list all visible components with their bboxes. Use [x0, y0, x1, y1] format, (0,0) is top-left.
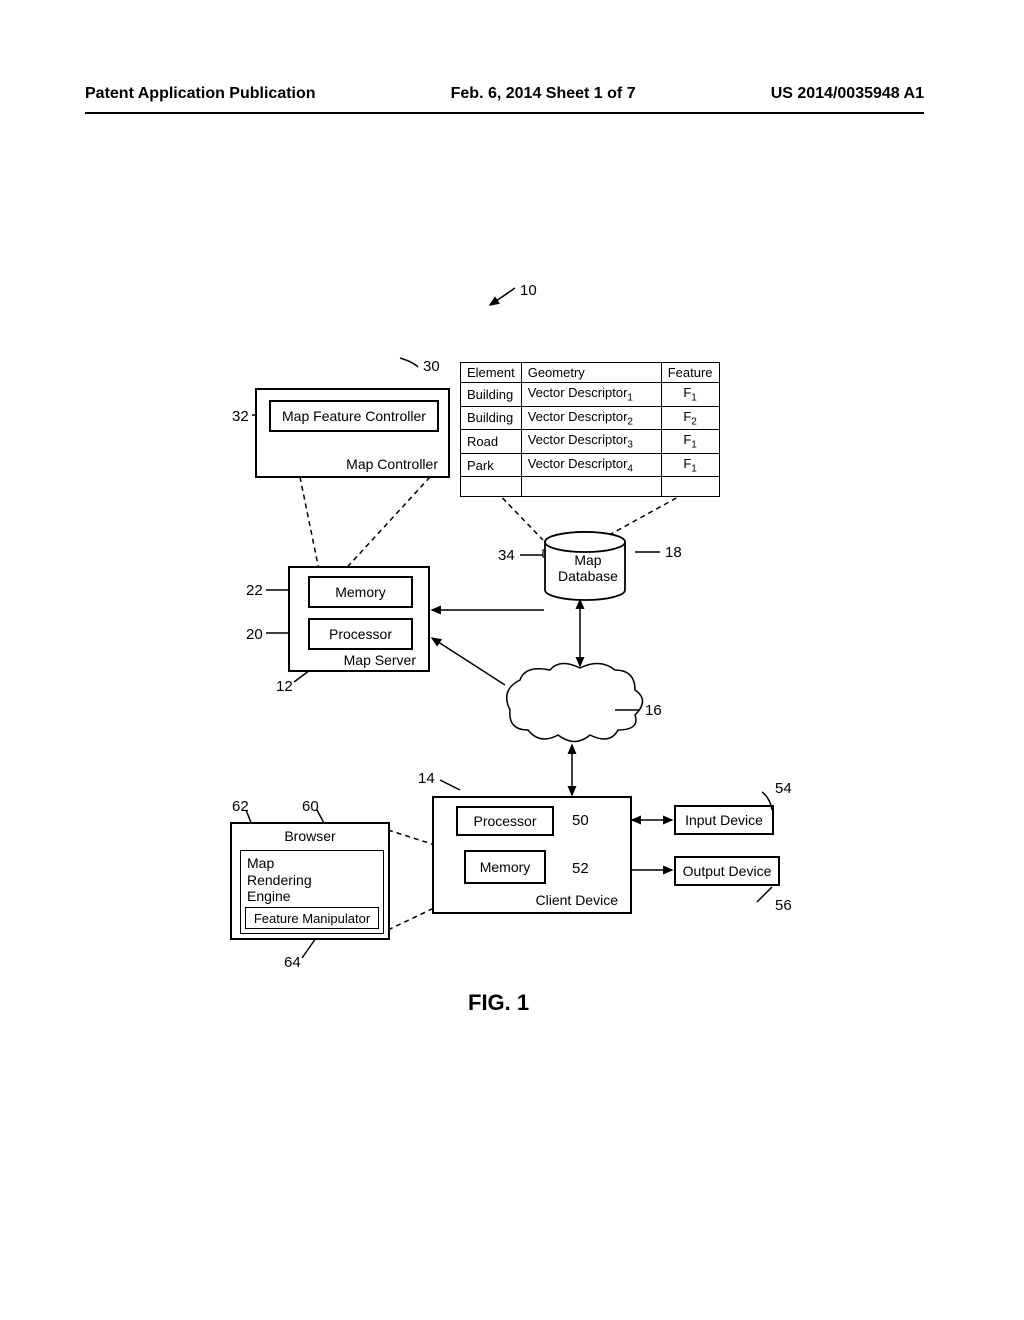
map-database-label: Map Database [558, 552, 618, 584]
processor-box-server: Processor [308, 618, 413, 650]
rendering-engine-box: Map Rendering Engine Feature Manipulator [240, 850, 384, 934]
ref-16: 16 [645, 702, 662, 719]
ref-52: 52 [572, 860, 589, 877]
input-device-box: Input Device [674, 805, 774, 835]
memory-box-server: Memory [308, 576, 413, 608]
map-server-box: Memory Processor Map Server [288, 566, 430, 672]
th-feature: Feature [661, 363, 719, 383]
memory-box-client: Memory [464, 850, 546, 884]
th-geometry: Geometry [521, 363, 661, 383]
th-element: Element [461, 363, 522, 383]
map-controller-box: Map Feature Controller Map Controller [255, 388, 450, 478]
map-server-label: Map Server [344, 652, 416, 668]
ref-22: 22 [246, 582, 263, 599]
table-header-row: Element Geometry Feature [461, 363, 720, 383]
header-left: Patent Application Publication [85, 85, 316, 103]
rendering-engine-label: Map Rendering Engine [247, 855, 312, 905]
browser-label: Browser [232, 828, 388, 844]
browser-box: Browser Map Rendering Engine Feature Man… [230, 822, 390, 940]
ref-60: 60 [302, 798, 319, 815]
table-row: Building Vector Descriptor1 F1 [461, 383, 720, 407]
ref-56: 56 [775, 897, 792, 914]
ref-34: 34 [498, 547, 515, 564]
figure-caption: FIG. 1 [468, 990, 529, 1016]
ref-20: 20 [246, 626, 263, 643]
page-header: Patent Application Publication Feb. 6, 2… [0, 85, 1024, 103]
ref-50: 50 [572, 812, 589, 829]
map-controller-label: Map Controller [346, 456, 438, 472]
ref-64: 64 [284, 954, 301, 971]
ref-32: 32 [232, 408, 249, 425]
table-row: Park Vector Descriptor4 F1 [461, 453, 720, 477]
ref-30: 30 [423, 358, 440, 375]
ref-10: 10 [520, 282, 537, 299]
client-device-label: Client Device [536, 892, 618, 908]
ref-18: 18 [665, 544, 682, 561]
client-device-box: Processor Memory Client Device [432, 796, 632, 914]
ref-62: 62 [232, 798, 249, 815]
table-row: Road Vector Descriptor3 F1 [461, 430, 720, 454]
feature-manipulator-box: Feature Manipulator [245, 907, 379, 929]
header-center: Feb. 6, 2014 Sheet 1 of 7 [451, 85, 636, 103]
table-row [461, 477, 720, 497]
ref-54: 54 [775, 780, 792, 797]
figure-1-diagram: 10 [0, 270, 1024, 1050]
header-rule [85, 112, 924, 114]
processor-box-client: Processor [456, 806, 554, 836]
header-right: US 2014/0035948 A1 [771, 85, 924, 103]
ref-14: 14 [418, 770, 435, 787]
output-device-box: Output Device [674, 856, 780, 886]
table-row: Building Vector Descriptor2 F2 [461, 406, 720, 430]
map-feature-controller-box: Map Feature Controller [269, 400, 439, 432]
ref-12: 12 [276, 678, 293, 695]
database-table: Element Geometry Feature Building Vector… [460, 362, 720, 497]
